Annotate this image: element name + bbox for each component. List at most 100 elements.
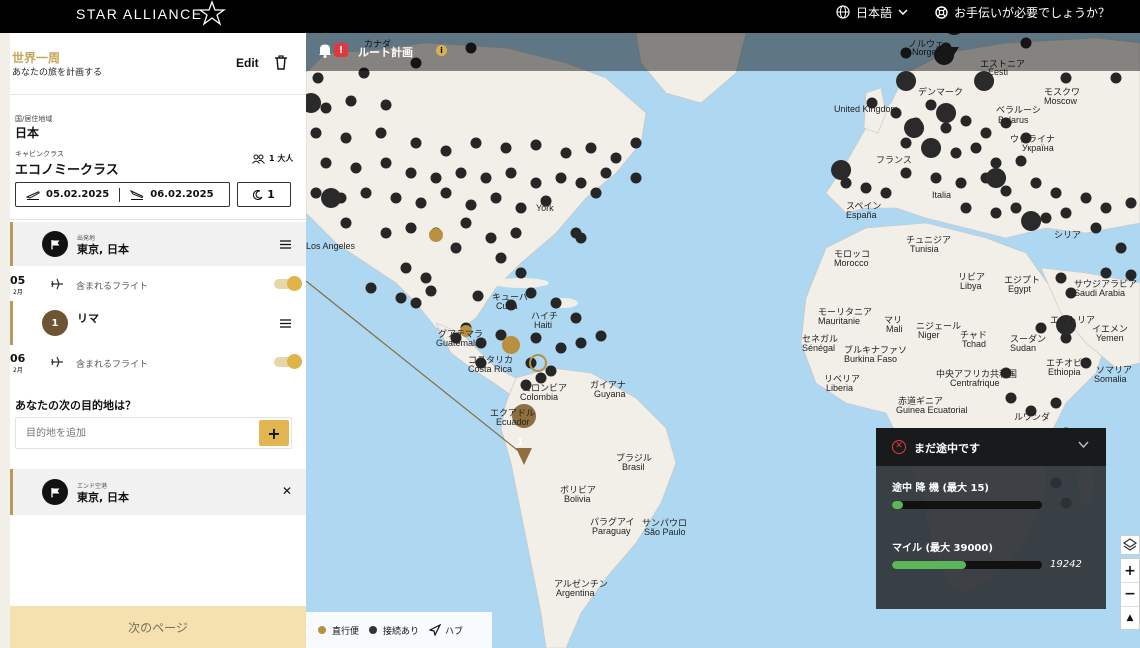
route-map[interactable]: 1 カナダ ノルウェ Norge エストニア Eesti United King… [306, 33, 1140, 648]
end-name: 東京, 日本 [77, 491, 130, 504]
help-label: お手伝いが必要でしょうか？ [954, 5, 1111, 20]
legend-direct: 直行便 [318, 624, 359, 637]
map-label: Tchad [962, 339, 987, 349]
map-label: エリトリア [1050, 315, 1096, 325]
trip-subtitle: あなたの旅を計画する [12, 68, 103, 78]
map-label: Yemen [1096, 333, 1124, 343]
origin-card[interactable]: 出発地 東京, 日本 [10, 222, 306, 266]
chevron-down-icon[interactable] [1078, 441, 1089, 449]
next-destination-question: あなたの次の目的地は？ [15, 399, 136, 412]
passenger-count[interactable]: 1 大人 [252, 153, 293, 164]
date-separator [119, 187, 121, 202]
map-label: Tunisia [910, 244, 939, 254]
map-label: フランス [876, 155, 912, 165]
close-circle-icon: ✕ [892, 440, 906, 454]
flight-included-label: 含まれるフライト [76, 360, 149, 370]
map-label: Libya [960, 281, 982, 291]
map-label: Somalia [1094, 374, 1127, 384]
flight-day: 06 [10, 352, 26, 365]
map-label: Україна [1022, 143, 1054, 153]
passenger-label: 1 大人 [269, 154, 294, 163]
status-title: まだ途中です [914, 442, 980, 455]
add-destination-button[interactable]: + [259, 420, 289, 446]
globe-icon [836, 5, 850, 19]
map-label: Los Angeles [306, 241, 356, 251]
map-label: Liberia [826, 383, 854, 393]
map-label: Burkina Faso [844, 354, 898, 364]
flight-month: 2月 [13, 289, 23, 296]
drag-handle-icon[interactable] [280, 240, 291, 249]
flight-month: 2月 [13, 367, 23, 374]
top-bar: STAR ALLIANCE 日本語 お手伝いが必要でしょうか？ [0, 0, 1140, 33]
date-range-picker[interactable]: 05.02.2025 06.02.2025 [15, 182, 230, 207]
map-label: Guatemala [436, 338, 481, 348]
trip-title: 世界一周 [12, 51, 61, 65]
destination-input[interactable] [15, 417, 292, 449]
map-label: Haiti [534, 320, 553, 330]
map-label: Cuba [496, 301, 518, 311]
map-label: ルワンダ [1014, 412, 1051, 422]
remove-end-icon[interactable]: ✕ [282, 484, 292, 498]
nights-selector[interactable]: 1 [237, 182, 291, 207]
nights-value: 1 [267, 188, 275, 201]
stop-name: リマ [77, 312, 99, 325]
zoom-in-button[interactable]: + [1121, 559, 1139, 583]
compass-reset-button[interactable]: ▲ [1121, 607, 1139, 629]
bell-icon[interactable] [318, 43, 332, 58]
map-label: シリア [1054, 230, 1082, 240]
miles-meter-fill [892, 561, 966, 569]
end-date: 06.02.2025 [150, 189, 214, 200]
map-label: Costa Rica [468, 364, 513, 374]
next-page-button[interactable]: 次のページ [10, 606, 306, 648]
landing-icon [130, 189, 144, 200]
language-label: 日本語 [856, 5, 893, 20]
flight-included-label: 含まれるフライト [76, 282, 149, 292]
lifebuoy-icon [935, 5, 948, 19]
country-value: 日本 [15, 126, 40, 140]
chevron-down-icon [898, 8, 908, 15]
cabin-value: エコノミークラス [15, 163, 119, 178]
map-label: Argentina [556, 588, 595, 598]
map-label: Ecuador [496, 417, 530, 427]
info-icon[interactable]: i [436, 45, 447, 56]
map-label: Colombia [520, 392, 559, 402]
hub-plane-icon [429, 624, 442, 636]
flight-toggle[interactable] [274, 354, 302, 369]
map-label: Egypt [1008, 284, 1032, 294]
map-label: デンマーク [918, 87, 964, 97]
star-alliance-logo-icon [198, 0, 226, 26]
divider [10, 94, 306, 95]
map-label: Saudi Arabia [1074, 288, 1126, 298]
zoom-out-button[interactable]: − [1121, 583, 1139, 607]
plane-icon [51, 278, 63, 290]
map-label: York [536, 203, 554, 213]
lima-pin-number: 1 [517, 436, 524, 448]
map-label: Belarus [998, 115, 1029, 125]
miles-label: マイル (最大 39000) [892, 543, 993, 554]
end-airport-card[interactable]: エンド空港 東京, 日本 ✕ [10, 469, 306, 515]
origin-name: 東京, 日本 [77, 243, 130, 256]
map-label: Guyana [594, 389, 626, 399]
help-link[interactable]: お手伝いが必要でしょうか？ [935, 3, 1110, 21]
stopover-meter [892, 501, 1042, 509]
language-selector[interactable]: 日本語 [836, 3, 908, 21]
drag-handle-icon[interactable] [280, 319, 291, 328]
divider [10, 219, 306, 220]
brand-logo-text: STAR ALLIANCE [76, 6, 203, 22]
status-header[interactable]: ✕ まだ途中です [876, 428, 1106, 466]
layers-button[interactable] [1120, 535, 1140, 555]
map-label: Morocco [834, 258, 869, 268]
stop-number-badge: 1 [42, 310, 68, 336]
stop-card-lima[interactable]: 1 リマ [10, 301, 306, 345]
alert-badge: ! [334, 43, 348, 57]
trash-icon[interactable] [274, 55, 288, 70]
map-label: Mali [886, 324, 903, 334]
trip-sidebar: 世界一周 あなたの旅を計画する Edit 国/居住地域 日本 キャビンクラス エ… [10, 33, 306, 648]
edit-button[interactable]: Edit [236, 56, 259, 70]
cabin-label: キャビンクラス [15, 150, 64, 158]
miles-meter [892, 561, 1042, 569]
stopover-label: 途中 降 機 (最大 15) [892, 483, 989, 494]
people-icon [252, 154, 265, 164]
map-label: Paraguay [592, 526, 631, 536]
flight-toggle[interactable] [274, 276, 302, 291]
